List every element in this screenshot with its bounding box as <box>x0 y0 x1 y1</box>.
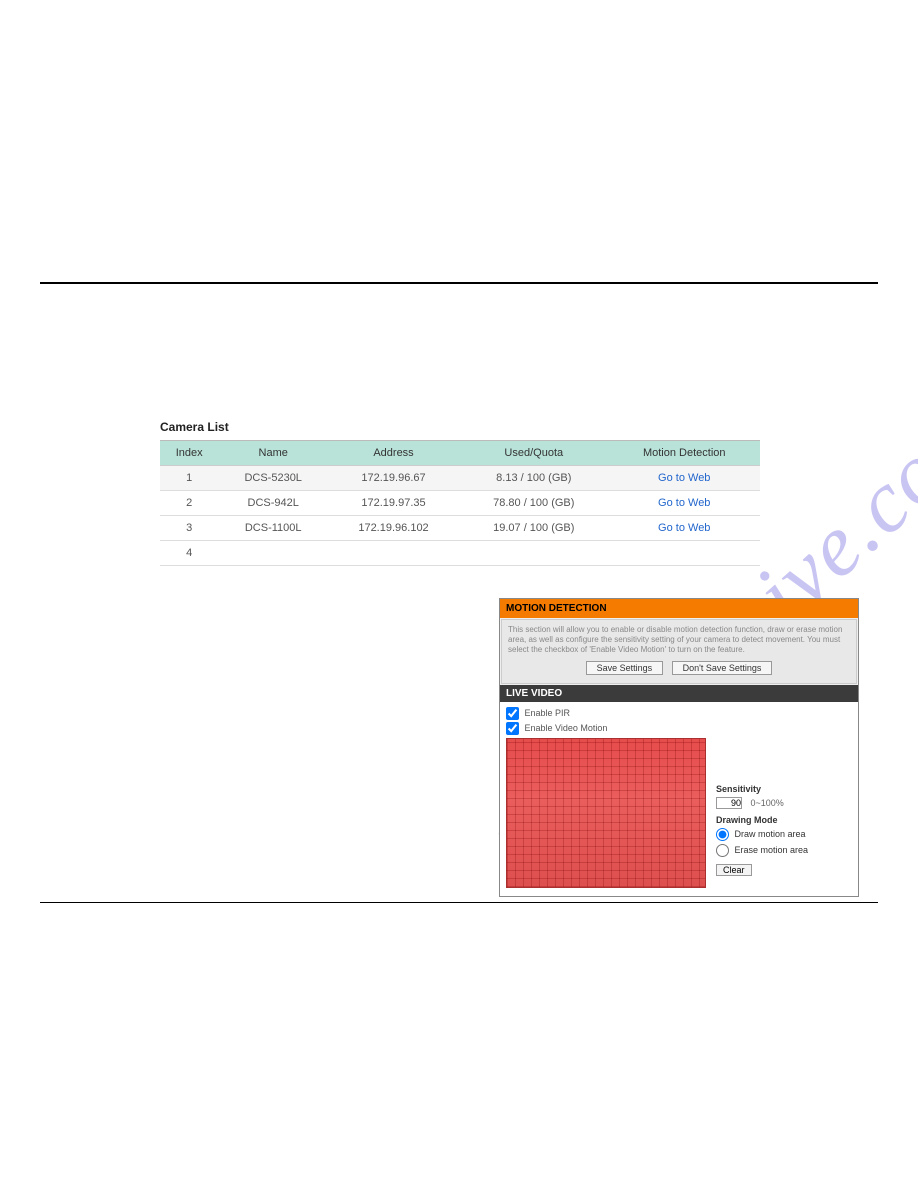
col-used-quota: Used/Quota <box>459 441 608 466</box>
divider-top <box>40 282 878 284</box>
table-row: 1 DCS-5230L 172.19.96.67 8.13 / 100 (GB)… <box>160 466 760 491</box>
cell-motion <box>609 541 761 566</box>
cell-used-quota <box>459 541 608 566</box>
erase-motion-area-label: Erase motion area <box>735 845 809 855</box>
cell-name <box>218 541 328 566</box>
col-motion: Motion Detection <box>609 441 761 466</box>
motion-area-canvas[interactable] <box>506 738 706 888</box>
enable-pir-label: Enable PIR <box>525 708 571 718</box>
cell-name: DCS-1100L <box>218 516 328 541</box>
sensitivity-label: Sensitivity <box>716 784 852 794</box>
cell-index: 3 <box>160 516 218 541</box>
table-row: 4 <box>160 541 760 566</box>
cell-index: 4 <box>160 541 218 566</box>
motion-detection-panel: MOTION DETECTION This section will allow… <box>499 598 859 897</box>
motion-description-text: This section will allow you to enable or… <box>508 625 850 655</box>
cell-address <box>328 541 459 566</box>
motion-description-box: This section will allow you to enable or… <box>501 619 857 684</box>
motion-grid <box>507 739 705 887</box>
table-row: 3 DCS-1100L 172.19.96.102 19.07 / 100 (G… <box>160 516 760 541</box>
enable-video-motion-checkbox[interactable] <box>506 722 519 735</box>
live-video-body: Enable PIR Enable Video Motion Sensitivi… <box>500 702 858 896</box>
clear-button[interactable]: Clear <box>716 864 752 876</box>
cell-used-quota: 19.07 / 100 (GB) <box>459 516 608 541</box>
col-name: Name <box>218 441 328 466</box>
cell-address: 172.19.96.67 <box>328 466 459 491</box>
save-settings-button[interactable]: Save Settings <box>586 661 664 675</box>
sensitivity-input[interactable] <box>716 797 742 809</box>
cell-index: 2 <box>160 491 218 516</box>
table-row: 2 DCS-942L 172.19.97.35 78.80 / 100 (GB)… <box>160 491 760 516</box>
dont-save-settings-button[interactable]: Don't Save Settings <box>672 661 773 675</box>
drawing-mode-label: Drawing Mode <box>716 815 852 825</box>
camera-list-section: Camera List Index Name Address Used/Quot… <box>160 420 760 566</box>
cell-address: 172.19.97.35 <box>328 491 459 516</box>
go-to-web-link[interactable]: Go to Web <box>658 472 710 484</box>
live-video-header: LIVE VIDEO <box>500 685 858 702</box>
divider-bottom <box>40 902 878 903</box>
table-header-row: Index Name Address Used/Quota Motion Det… <box>160 441 760 466</box>
go-to-web-link[interactable]: Go to Web <box>658 522 710 534</box>
sensitivity-range-text: 0~100% <box>751 798 784 808</box>
cell-used-quota: 78.80 / 100 (GB) <box>459 491 608 516</box>
camera-table: Index Name Address Used/Quota Motion Det… <box>160 440 760 566</box>
draw-motion-area-label: Draw motion area <box>735 829 806 839</box>
cell-name: DCS-942L <box>218 491 328 516</box>
cell-address: 172.19.96.102 <box>328 516 459 541</box>
cell-name: DCS-5230L <box>218 466 328 491</box>
erase-motion-area-radio[interactable] <box>716 844 729 857</box>
motion-side-controls: Sensitivity 0~100% Drawing Mode Draw mot… <box>716 738 852 888</box>
motion-detection-header: MOTION DETECTION <box>500 599 858 618</box>
enable-video-motion-label: Enable Video Motion <box>525 723 608 733</box>
draw-motion-area-radio[interactable] <box>716 828 729 841</box>
col-index: Index <box>160 441 218 466</box>
col-address: Address <box>328 441 459 466</box>
enable-pir-checkbox[interactable] <box>506 707 519 720</box>
camera-list-title: Camera List <box>160 420 760 434</box>
cell-index: 1 <box>160 466 218 491</box>
cell-used-quota: 8.13 / 100 (GB) <box>459 466 608 491</box>
go-to-web-link[interactable]: Go to Web <box>658 497 710 509</box>
